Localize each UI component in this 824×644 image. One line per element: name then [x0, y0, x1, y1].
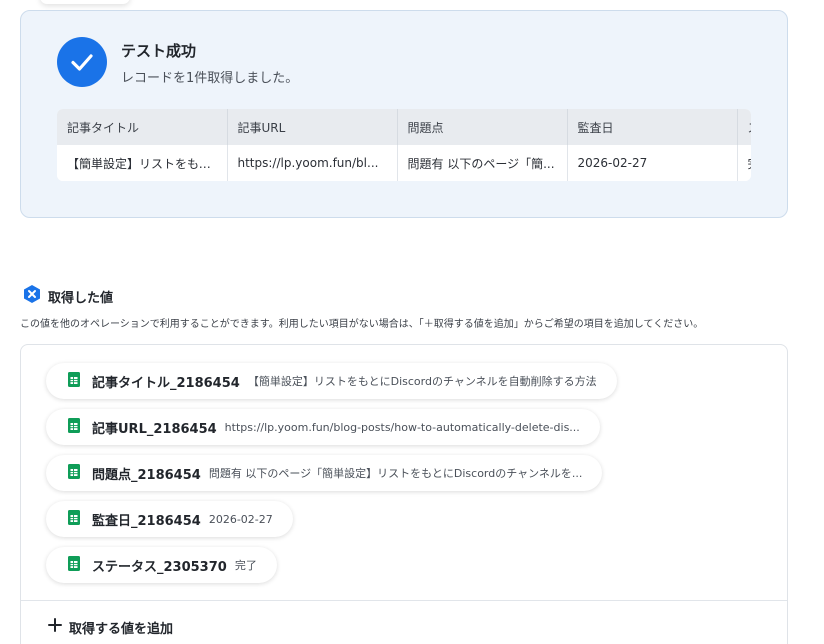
table-header-row: 記事タイトル 記事URL 問題点 監査日 ス [57, 109, 751, 145]
chip-value: 【簡単設定】リストをもとにDiscordのチャンネルを自動削除する方法 [247, 375, 597, 388]
google-sheets-icon [68, 371, 80, 391]
column-header: 記事URL [227, 109, 398, 145]
column-header: 問題点 [397, 109, 568, 145]
column-header: 監査日 [567, 109, 738, 145]
table-cell: 問題有 以下のページ「簡... [397, 145, 568, 181]
chip-name: 問題点_2186454 [92, 467, 201, 483]
google-sheets-icon [68, 509, 80, 529]
fetched-values-card: 記事タイトル_2186454 【簡単設定】リストをもとにDiscordのチャンネ… [20, 344, 788, 644]
table-cell: 【簡単設定】リストをもと... [57, 145, 228, 181]
add-value-button[interactable]: 取得する値を追加 [47, 617, 173, 637]
table-cell: 完 [737, 145, 751, 181]
chip-value: 完了 [234, 559, 257, 572]
success-card: テスト成功 レコードを1件取得しました。 記事タイトル 記事URL 問題点 監査… [20, 10, 788, 218]
chip-value: https://lp.yoom.fun/blog-posts/how-to-au… [224, 420, 580, 434]
column-header: 記事タイトル [57, 109, 228, 145]
section-title: 取得した値 [48, 290, 114, 306]
google-sheets-icon [68, 555, 80, 575]
top-pill [40, 0, 130, 4]
x-hexagon-icon [22, 284, 42, 308]
success-title: テスト成功 [121, 42, 197, 60]
add-value-label: 取得する値を追加 [69, 621, 174, 637]
table-row: 【簡単設定】リストをもと... https://lp.yoom.fun/bl..… [57, 145, 751, 181]
table-cell: https://lp.yoom.fun/bl... [227, 145, 398, 181]
chip-name: 記事タイトル_2186454 [92, 375, 240, 391]
value-chip-title[interactable]: 記事タイトル_2186454 【簡単設定】リストをもとにDiscordのチャンネ… [46, 363, 617, 399]
google-sheets-icon [68, 463, 80, 483]
column-header: ス [737, 109, 751, 145]
google-sheets-icon [68, 417, 80, 437]
value-chip-url[interactable]: 記事URL_2186454 https://lp.yoom.fun/blog-p… [46, 409, 600, 445]
value-chip-issue[interactable]: 問題点_2186454 問題有 以下のページ「簡単設定】リストをもとにDisco… [46, 455, 603, 491]
chip-name: 監査日_2186454 [92, 513, 201, 529]
success-subtitle: レコードを1件取得しました。 [121, 71, 299, 86]
chip-name: ステータス_2305370 [92, 559, 227, 575]
result-table[interactable]: 記事タイトル 記事URL 問題点 監査日 ス 【簡単設定】リストをもと... h… [57, 109, 751, 181]
fetched-values-header: 取得した値 [22, 284, 113, 308]
chip-value: 2026-02-27 [208, 512, 273, 526]
check-circle-icon [57, 37, 107, 87]
divider [21, 600, 787, 601]
section-description: この値を他のオペレーションで利用することができます。利用したい項目がない場合は、… [20, 319, 704, 330]
value-chip-status[interactable]: ステータス_2305370 完了 [46, 547, 277, 583]
plus-icon [47, 617, 63, 637]
chip-value: 問題有 以下のページ「簡単設定】リストをもとにDiscordのチャンネルを... [208, 467, 583, 480]
table-cell: 2026-02-27 [567, 145, 738, 181]
chip-name: 記事URL_2186454 [92, 421, 217, 437]
value-chip-audit-date[interactable]: 監査日_2186454 2026-02-27 [46, 501, 293, 537]
